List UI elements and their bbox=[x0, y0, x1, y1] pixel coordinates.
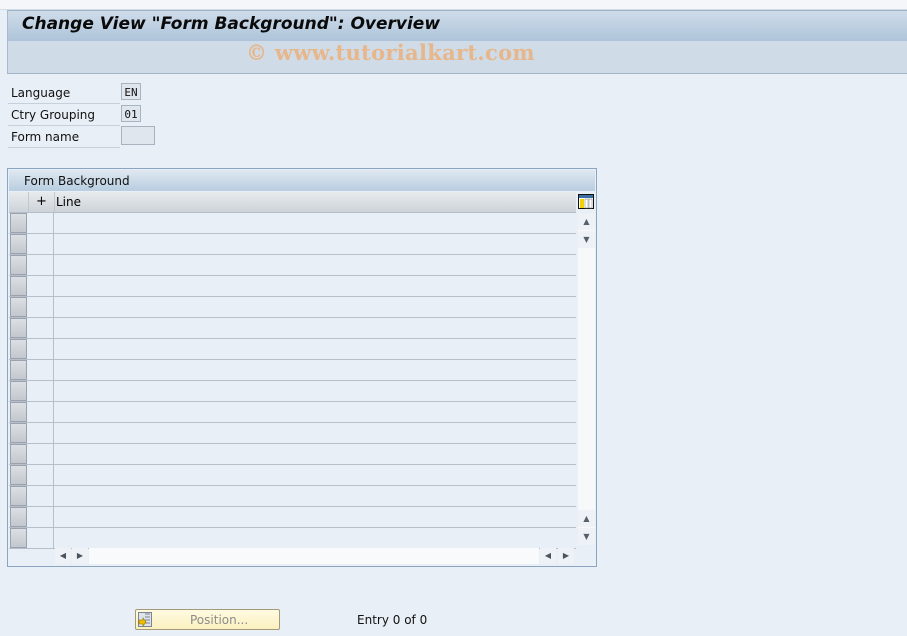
scroll-left-icon[interactable]: ◀ bbox=[55, 548, 71, 564]
table-title-bar: Form Background bbox=[9, 170, 595, 191]
table-row[interactable] bbox=[9, 507, 576, 528]
row-selector[interactable] bbox=[10, 234, 27, 254]
row-selector[interactable] bbox=[10, 297, 27, 317]
row-selector[interactable] bbox=[10, 318, 27, 338]
form-background-table: Form Background + Line ▲ ▼ ▲ ▼ ◀ ▶ ◀ ▶ bbox=[7, 168, 597, 567]
table-row[interactable] bbox=[9, 423, 576, 444]
column-header-line[interactable]: Line bbox=[56, 195, 81, 209]
column-header-plus[interactable]: + bbox=[29, 192, 55, 212]
table-row[interactable] bbox=[9, 255, 576, 276]
page-up-icon[interactable]: ▲ bbox=[578, 510, 595, 527]
row-plus-cell[interactable] bbox=[28, 318, 54, 339]
row-selector[interactable] bbox=[10, 465, 27, 485]
row-plus-cell[interactable] bbox=[28, 276, 54, 297]
row-selector[interactable] bbox=[10, 276, 27, 296]
row-plus-cell[interactable] bbox=[28, 213, 54, 234]
row-plus-cell[interactable] bbox=[28, 402, 54, 423]
table-row[interactable] bbox=[9, 465, 576, 486]
row-plus-cell[interactable] bbox=[28, 339, 54, 360]
row-plus-cell[interactable] bbox=[28, 360, 54, 381]
ctry-grouping-field[interactable]: 01 bbox=[121, 105, 141, 122]
table-settings-icon[interactable] bbox=[578, 194, 594, 209]
table-row[interactable] bbox=[9, 213, 576, 234]
top-strip bbox=[0, 0, 907, 10]
row-plus-cell[interactable] bbox=[28, 465, 54, 486]
table-title: Form Background bbox=[24, 174, 130, 188]
horizontal-scroll-track[interactable] bbox=[89, 548, 539, 564]
position-button[interactable]: Position... bbox=[135, 609, 280, 630]
application-toolbar: © www.tutorialkart.com bbox=[7, 40, 907, 74]
scroll-right-icon[interactable]: ▶ bbox=[558, 548, 574, 564]
table-row[interactable] bbox=[9, 318, 576, 339]
position-button-label: Position... bbox=[190, 613, 249, 627]
table-row[interactable] bbox=[9, 276, 576, 297]
table-row[interactable] bbox=[9, 297, 576, 318]
table-header: + Line bbox=[9, 192, 576, 213]
row-plus-cell[interactable] bbox=[28, 234, 54, 255]
ctry-grouping-label: Ctry Grouping bbox=[11, 108, 96, 122]
table-body bbox=[9, 213, 576, 549]
row-selector[interactable] bbox=[10, 423, 27, 443]
table-row[interactable] bbox=[9, 339, 576, 360]
scroll-down-icon[interactable]: ▼ bbox=[578, 528, 595, 545]
row-plus-cell[interactable] bbox=[28, 444, 54, 465]
row-plus-cell[interactable] bbox=[28, 507, 54, 528]
language-field[interactable]: EN bbox=[121, 83, 141, 100]
row-plus-cell[interactable] bbox=[28, 297, 54, 318]
page-left-icon[interactable]: ◀ bbox=[540, 548, 556, 564]
form-name-label: Form name bbox=[11, 130, 80, 144]
row-selector[interactable] bbox=[10, 339, 27, 359]
row-plus-cell[interactable] bbox=[28, 255, 54, 276]
table-row[interactable] bbox=[9, 381, 576, 402]
row-plus-cell[interactable] bbox=[28, 486, 54, 507]
page-down-icon[interactable]: ▼ bbox=[578, 231, 595, 248]
form-name-field[interactable] bbox=[121, 126, 155, 145]
table-row[interactable] bbox=[9, 234, 576, 255]
form-name-row: Form name bbox=[8, 126, 120, 148]
row-selector[interactable] bbox=[10, 402, 27, 422]
row-selector[interactable] bbox=[10, 444, 27, 464]
row-plus-cell[interactable] bbox=[28, 528, 54, 549]
entry-counter: Entry 0 of 0 bbox=[357, 613, 428, 627]
language-row: Language bbox=[8, 82, 120, 104]
row-selector[interactable] bbox=[10, 213, 27, 233]
page-title: Change View "Form Background": Overview bbox=[22, 14, 441, 34]
select-all-header[interactable] bbox=[9, 192, 29, 212]
scroll-up-icon[interactable]: ▲ bbox=[578, 213, 595, 230]
watermark: © www.tutorialkart.com bbox=[246, 40, 535, 65]
row-selector[interactable] bbox=[10, 255, 27, 275]
vertical-scrollbar[interactable]: ▲ ▼ ▲ ▼ bbox=[578, 213, 595, 545]
page-right-icon[interactable]: ▶ bbox=[72, 548, 88, 564]
row-selector[interactable] bbox=[10, 360, 27, 380]
row-selector[interactable] bbox=[10, 528, 27, 548]
table-row[interactable] bbox=[9, 528, 576, 549]
ctry-grouping-row: Ctry Grouping bbox=[8, 104, 120, 126]
table-row[interactable] bbox=[9, 444, 576, 465]
language-label: Language bbox=[11, 86, 71, 100]
table-row[interactable] bbox=[9, 360, 576, 381]
position-icon bbox=[138, 612, 152, 627]
table-row[interactable] bbox=[9, 402, 576, 423]
row-plus-cell[interactable] bbox=[28, 381, 54, 402]
row-selector[interactable] bbox=[10, 381, 27, 401]
table-row[interactable] bbox=[9, 486, 576, 507]
row-plus-cell[interactable] bbox=[28, 423, 54, 444]
row-selector[interactable] bbox=[10, 486, 27, 506]
horizontal-scrollbar[interactable]: ◀ ▶ ◀ ▶ bbox=[55, 548, 575, 564]
row-selector[interactable] bbox=[10, 507, 27, 527]
title-bar: Change View "Form Background": Overview bbox=[7, 10, 907, 41]
